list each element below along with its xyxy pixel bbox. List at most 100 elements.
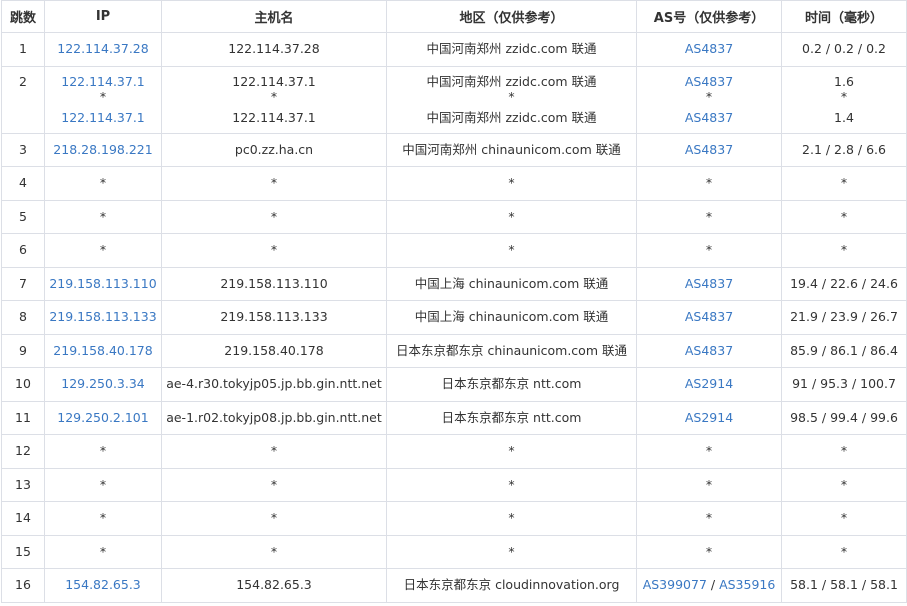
time-cell: *: [781, 199, 907, 234]
as-cell: *: [636, 166, 782, 201]
ip-cell: 219.158.40.178: [44, 333, 162, 368]
as-link[interactable]: AS2914: [685, 376, 733, 391]
region-cell: 中国上海 chinaunicom.com 联通: [386, 300, 637, 335]
region-cell: 中国河南郑州 zzidc.com 联通: [386, 32, 637, 67]
table-row: 8 219.158.113.133 219.158.113.133 中国上海 c…: [1, 300, 907, 335]
time-text: 1.4: [834, 109, 854, 125]
hostname-cell: *: [161, 534, 387, 569]
time-cell: 58.1 / 58.1 / 58.1: [781, 568, 907, 603]
hop-cell: 9: [1, 333, 45, 368]
table-row: 9 219.158.40.178 219.158.40.178 日本东京都东京 …: [1, 333, 907, 368]
hostname-cell: *: [161, 467, 387, 502]
as-link[interactable]: AS4837: [685, 110, 733, 125]
time-cell: 0.2 / 0.2 / 0.2: [781, 32, 907, 67]
ip-link[interactable]: 122.114.37.1: [61, 74, 145, 89]
region-cell: *: [386, 467, 637, 502]
table-row: 4 * * * * *: [1, 166, 907, 201]
header-region: 地区（仅供参考）: [386, 0, 637, 33]
hostname-cell: 219.158.113.110: [161, 266, 387, 301]
table-row: 15 * * * * *: [1, 534, 907, 569]
ip-link[interactable]: 219.158.40.178: [53, 343, 152, 358]
ip-link[interactable]: 218.28.198.221: [53, 142, 152, 157]
hop-cell: 15: [1, 534, 45, 569]
ip-cell: *: [44, 434, 162, 469]
hop-cell: 2: [1, 65, 45, 134]
hop-cell: 7: [1, 266, 45, 301]
ip-link[interactable]: 154.82.65.3: [65, 577, 141, 592]
hostname-cell: *: [161, 434, 387, 469]
ip-cell: *: [44, 467, 162, 502]
as-cell: *: [636, 501, 782, 536]
table-row: 10 129.250.3.34 ae-4.r30.tokyjp05.jp.bb.…: [1, 367, 907, 402]
hop-cell: 10: [1, 367, 45, 402]
as-link[interactable]: AS399077: [643, 577, 707, 592]
as-link[interactable]: AS2914: [685, 410, 733, 425]
as-link[interactable]: AS4837: [685, 74, 733, 89]
ip-link[interactable]: 219.158.113.110: [49, 276, 156, 291]
region-cell: 日本东京都东京 chinaunicom.com 联通: [386, 333, 637, 368]
ip-link[interactable]: 129.250.2.101: [57, 410, 148, 425]
hop-cell: 4: [1, 166, 45, 201]
region-cell: 中国上海 chinaunicom.com 联通: [386, 266, 637, 301]
hostname-cell: pc0.zz.ha.cn: [161, 132, 387, 167]
as-link[interactable]: AS35916: [719, 577, 775, 592]
region-cell: 日本东京都东京 ntt.com: [386, 367, 637, 402]
time-cell: 98.5 / 99.4 / 99.6: [781, 400, 907, 435]
as-cell: *: [636, 233, 782, 268]
time-cell: 21.9 / 23.9 / 26.7: [781, 300, 907, 335]
time-cell: 91 / 95.3 / 100.7: [781, 367, 907, 402]
as-cell: AS4837: [636, 32, 782, 67]
time-cell: *: [781, 233, 907, 268]
as-link[interactable]: AS4837: [685, 142, 733, 157]
as-link[interactable]: AS4837: [685, 41, 733, 56]
ip-link[interactable]: 129.250.3.34: [61, 376, 145, 391]
hop-cell: 11: [1, 400, 45, 435]
hostname-cell: 219.158.113.133: [161, 300, 387, 335]
ip-cell: *: [44, 501, 162, 536]
time-cell: *: [781, 434, 907, 469]
separator-star: *: [99, 88, 107, 104]
ip-cell: 219.158.113.110: [44, 266, 162, 301]
table-row: 6 * * * * *: [1, 233, 907, 268]
table-row: 13 * * * * *: [1, 467, 907, 502]
separator-star: *: [270, 88, 278, 104]
hop-cell: 1: [1, 32, 45, 67]
hostname-text: 122.114.37.1: [232, 73, 316, 89]
table-row: 11 129.250.2.101 ae-1.r02.tokyjp08.jp.bb…: [1, 400, 907, 435]
traceroute-table: 跳数 IP 主机名 地区（仅供参考） AS号（仅供参考） 时间（毫秒） 1 12…: [1, 0, 907, 603]
time-cell: 19.4 / 22.6 / 24.6: [781, 266, 907, 301]
ip-link[interactable]: 122.114.37.28: [57, 41, 148, 56]
table-row: 7 219.158.113.110 219.158.113.110 中国上海 c…: [1, 266, 907, 301]
ip-link[interactable]: 219.158.113.133: [49, 309, 156, 324]
region-cell: 日本东京都东京 ntt.com: [386, 400, 637, 435]
table-row: 12 * * * * *: [1, 434, 907, 469]
region-cell: 中国河南郑州 chinaunicom.com 联通: [386, 132, 637, 167]
region-cell: *: [386, 434, 637, 469]
header-hop: 跳数: [1, 0, 45, 33]
hop-cell: 5: [1, 199, 45, 234]
region-cell: *: [386, 233, 637, 268]
hostname-cell: 154.82.65.3: [161, 568, 387, 603]
ip-cell: *: [44, 166, 162, 201]
as-cell: AS4837: [636, 333, 782, 368]
table-row: 5 * * * * *: [1, 199, 907, 234]
as-link[interactable]: AS4837: [685, 309, 733, 324]
as-link[interactable]: AS4837: [685, 276, 733, 291]
as-cell: AS4837 * AS4837: [636, 65, 782, 134]
ip-cell: 129.250.2.101: [44, 400, 162, 435]
ip-link[interactable]: 122.114.37.1: [61, 110, 145, 125]
ip-cell: 218.28.198.221: [44, 132, 162, 167]
ip-cell: 122.114.37.1 * 122.114.37.1: [44, 65, 162, 134]
ip-cell: *: [44, 199, 162, 234]
separator-star: *: [705, 88, 713, 104]
table-row: 2 122.114.37.1 * 122.114.37.1 122.114.37…: [1, 65, 907, 134]
table-row: 1 122.114.37.28 122.114.37.28 中国河南郑州 zzi…: [1, 32, 907, 67]
header-time: 时间（毫秒）: [781, 0, 907, 33]
hostname-cell: 122.114.37.28: [161, 32, 387, 67]
as-cell: *: [636, 434, 782, 469]
as-link[interactable]: AS4837: [685, 343, 733, 358]
separator-star: *: [508, 88, 515, 104]
hostname-text: 122.114.37.1: [232, 109, 316, 125]
region-cell: *: [386, 166, 637, 201]
hostname-cell: *: [161, 166, 387, 201]
